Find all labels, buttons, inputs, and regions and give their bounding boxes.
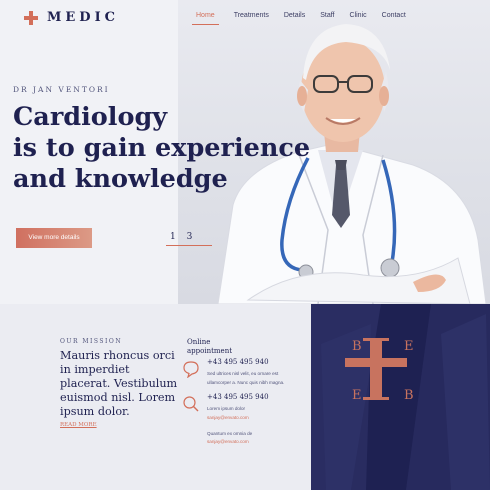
contact-phone[interactable]: +43 495 495 940	[207, 358, 269, 366]
contact-line: ullamcorper a. Nunc quis nibh magna.	[207, 380, 285, 385]
contact-line: Lorem ipsum dolor	[207, 406, 246, 411]
panel-letter: E	[404, 339, 414, 354]
mission-label: OUR MISSION	[60, 338, 123, 345]
nav-clinic[interactable]: Clinic	[350, 12, 367, 25]
read-more-link[interactable]: READ MORE	[60, 422, 97, 428]
headline-line-3: and knowledge	[13, 164, 228, 194]
info-section: OUR MISSION Mauris rhoncus orci in imper…	[0, 304, 490, 490]
logo-cross-icon	[24, 10, 38, 25]
pager-current[interactable]: 1	[170, 232, 176, 242]
brand-panel: B E E B	[311, 304, 490, 490]
hero-eyebrow: DR JAN VENTORI	[13, 85, 110, 94]
hero-section: MEDIC Home Treatments Details Staff Clin…	[0, 0, 490, 304]
contact-extra-line: Quantum ex omnia de	[207, 431, 253, 436]
nav-contact[interactable]: Contact	[382, 12, 406, 25]
nav-details[interactable]: Details	[284, 12, 305, 25]
contact-phone[interactable]: +43 495 495 940	[207, 393, 269, 401]
nav-treatments[interactable]: Treatments	[234, 12, 269, 25]
slider-pager[interactable]: 1 3	[166, 232, 212, 246]
contact-item: +43 495 495 940 Lorem ipsum dolor sanjay…	[182, 393, 307, 427]
logo[interactable]: MEDIC	[24, 10, 119, 25]
headline-line-1: Cardiology	[13, 102, 168, 132]
panel-letter: B	[404, 388, 414, 403]
contact-item: +43 495 495 940 Sed ultrices nisl velit,…	[182, 358, 307, 392]
contact-extra-email[interactable]: sanjay@envato.com	[207, 439, 249, 444]
pager-total[interactable]: 3	[187, 232, 193, 242]
logo-text: MEDIC	[47, 10, 119, 25]
contact-email[interactable]: sanjay@envato.com	[207, 415, 249, 420]
brand-panel-art: B E E B	[311, 304, 490, 490]
nav-home[interactable]: Home	[192, 12, 219, 25]
hero-headline: Cardiology is to gain experience and kno…	[13, 102, 310, 195]
nav-staff[interactable]: Staff	[320, 12, 334, 25]
appointment-title: Online appointment	[187, 338, 233, 355]
panel-letter: B	[352, 339, 362, 354]
search-icon	[183, 396, 199, 412]
chat-icon	[183, 361, 199, 378]
contact-line: Sed ultrices nisl velit, eu ornare est	[207, 371, 279, 376]
main-nav: Home Treatments Details Staff Clinic Con…	[192, 12, 421, 25]
mission-text: Mauris rhoncus orci in imperdiet placera…	[60, 349, 178, 418]
panel-letter: E	[352, 388, 362, 403]
view-more-details-button[interactable]: View more details	[16, 228, 92, 248]
headline-line-2: is to gain experience	[13, 133, 311, 163]
